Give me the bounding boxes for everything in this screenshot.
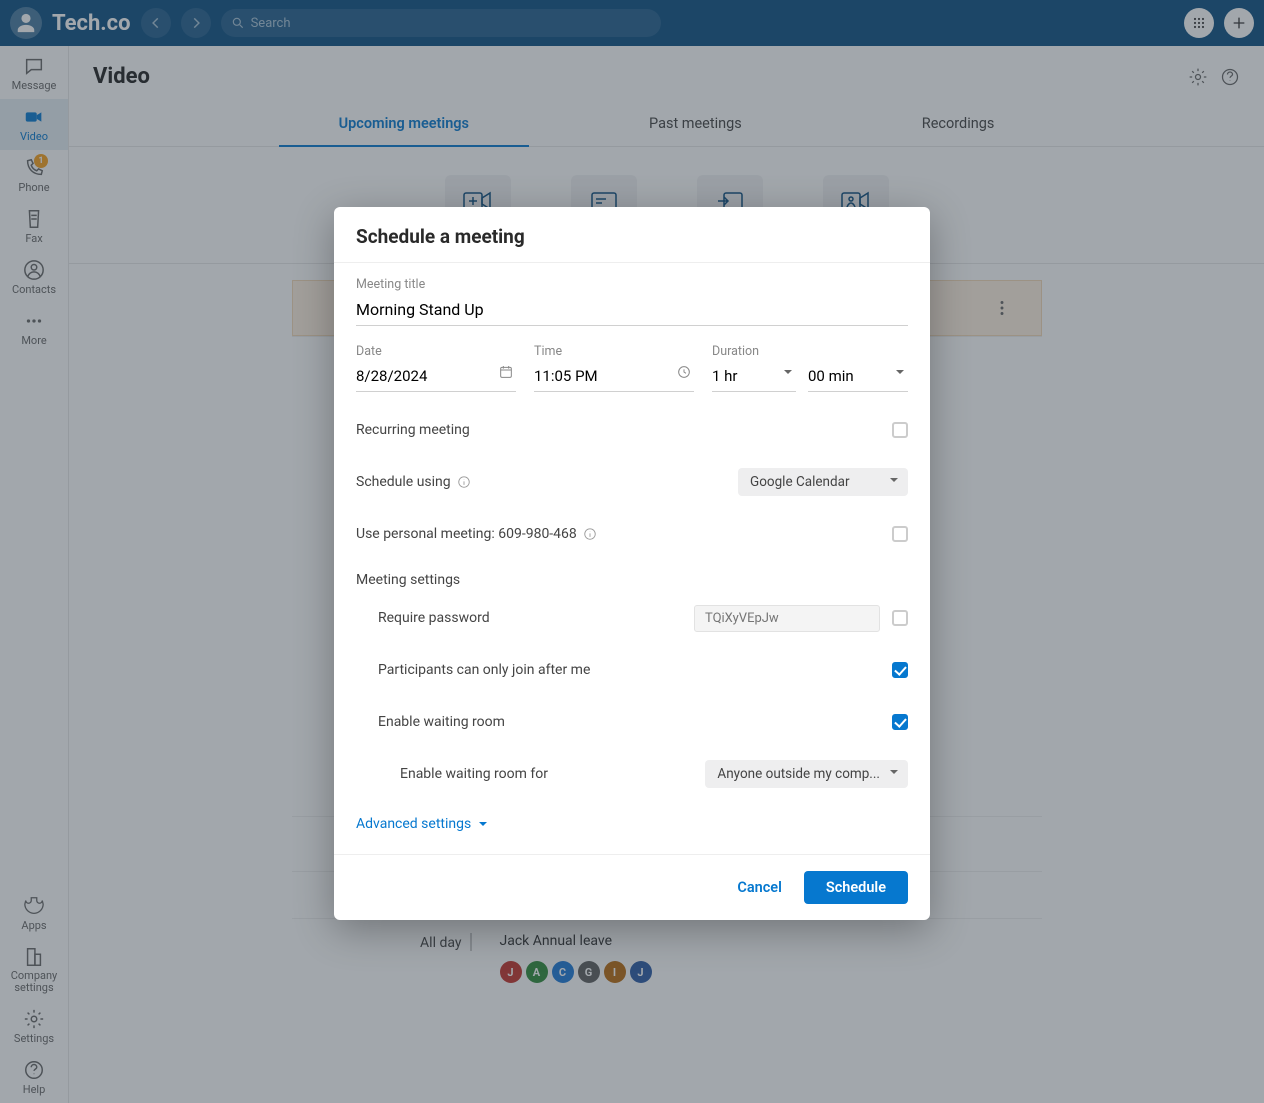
- personal-meeting-label: Use personal meeting: 609-980-468: [356, 526, 577, 542]
- modal-title: Schedule a meeting: [356, 225, 908, 248]
- clock-icon[interactable]: [676, 364, 692, 384]
- info-icon[interactable]: [583, 527, 597, 541]
- require-password-label: Require password: [378, 610, 490, 626]
- waiting-room-for-select[interactable]: Anyone outside my comp...: [705, 760, 908, 788]
- password-input[interactable]: [694, 605, 880, 632]
- join-after-me-label: Participants can only join after me: [378, 662, 590, 678]
- info-icon[interactable]: [457, 475, 471, 489]
- meeting-title-input[interactable]: [356, 296, 908, 326]
- advanced-settings-label: Advanced settings: [356, 816, 471, 832]
- personal-meeting-checkbox[interactable]: [892, 526, 908, 542]
- chevron-down-icon: [477, 818, 489, 830]
- schedule-meeting-modal: Schedule a meeting Meeting title Date Ti…: [334, 207, 930, 920]
- schedule-using-select[interactable]: Google Calendar: [738, 468, 908, 496]
- waiting-room-label: Enable waiting room: [378, 714, 505, 730]
- meeting-title-label: Meeting title: [356, 277, 908, 292]
- schedule-button[interactable]: Schedule: [804, 871, 908, 904]
- require-password-checkbox[interactable]: [892, 610, 908, 626]
- chevron-down-icon: [888, 766, 900, 782]
- advanced-settings-link[interactable]: Advanced settings: [356, 816, 908, 832]
- meeting-settings-title: Meeting settings: [356, 572, 908, 588]
- cancel-button[interactable]: Cancel: [737, 879, 782, 896]
- chevron-down-icon: [894, 366, 906, 382]
- recurring-label: Recurring meeting: [356, 422, 470, 438]
- waiting-room-checkbox[interactable]: [892, 714, 908, 730]
- waiting-room-for-label: Enable waiting room for: [400, 766, 548, 782]
- time-label: Time: [534, 344, 694, 359]
- date-label: Date: [356, 344, 516, 359]
- schedule-using-value: Google Calendar: [750, 474, 850, 490]
- recurring-checkbox[interactable]: [892, 422, 908, 438]
- join-after-me-checkbox[interactable]: [892, 662, 908, 678]
- waiting-room-for-value: Anyone outside my comp...: [717, 766, 880, 782]
- date-input[interactable]: [356, 363, 516, 392]
- schedule-using-label: Schedule using: [356, 474, 451, 490]
- calendar-icon[interactable]: [498, 364, 514, 384]
- chevron-down-icon: [782, 366, 794, 382]
- duration-label: Duration: [712, 344, 908, 359]
- time-input[interactable]: [534, 363, 694, 392]
- duration-minutes-select[interactable]: [808, 363, 908, 392]
- chevron-down-icon: [888, 474, 900, 490]
